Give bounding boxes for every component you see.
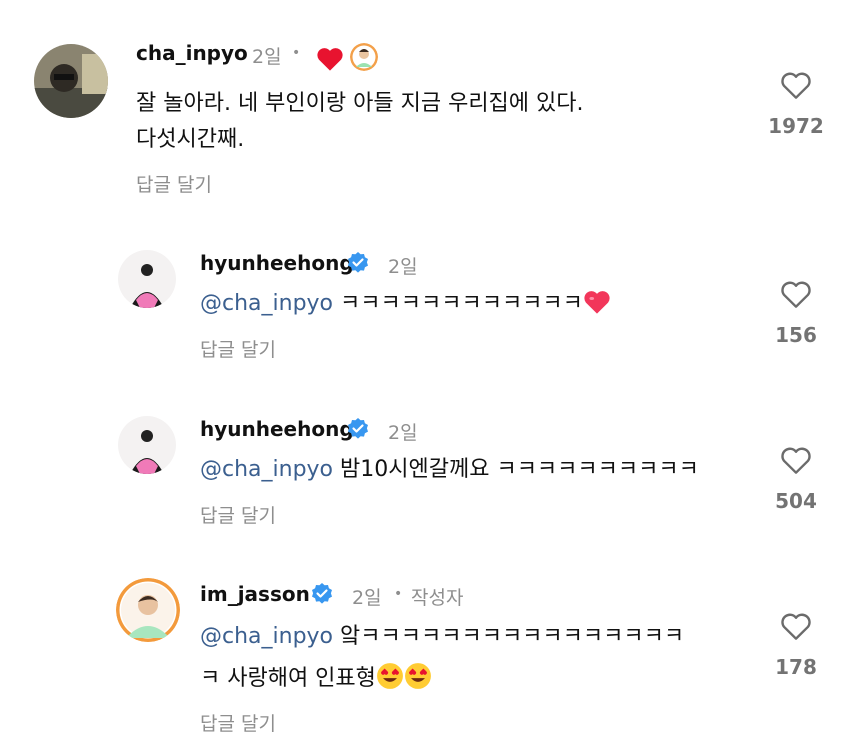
heart-outline-icon[interactable] bbox=[756, 445, 836, 475]
like-control: 504 bbox=[756, 445, 836, 513]
red-heart-icon bbox=[316, 46, 344, 76]
separator-dot-icon: • bbox=[292, 45, 301, 61]
comment-body-2: ㅋ 사랑해여 인표형 bbox=[200, 666, 376, 691]
comment-text-line-1: 잘 놀아라. 네 부인이랑 아들 지금 우리집에 있다. bbox=[136, 91, 584, 116]
timestamp: 2일 bbox=[388, 256, 418, 278]
reply-button[interactable]: 답글 달기 bbox=[200, 709, 276, 736]
comment-text-line-2: 다섯시간째. bbox=[136, 127, 245, 152]
heart-outline-icon[interactable] bbox=[756, 70, 836, 100]
comment-body: ㅋㅋㅋㅋㅋㅋㅋㅋㅋㅋㅋㅋ bbox=[333, 291, 583, 316]
reply-button[interactable]: 답글 달기 bbox=[200, 335, 276, 362]
username[interactable]: hyunheehong bbox=[200, 417, 354, 441]
like-count: 178 bbox=[775, 655, 817, 679]
like-control: 1972 bbox=[756, 70, 836, 138]
comment-text-line-1: @cha_inpyo 앜ㅋㅋㅋㅋㅋㅋㅋㅋㅋㅋㅋㅋㅋㅋㅋㅋ bbox=[200, 619, 684, 655]
like-control: 156 bbox=[756, 279, 836, 347]
comment-body: 밤10시엔갈께요 ㅋㅋㅋㅋㅋㅋㅋㅋㅋㅋ bbox=[333, 457, 699, 482]
mention-link[interactable]: @cha_inpyo bbox=[200, 457, 333, 482]
comment-text: @cha_inpyo 밤10시엔갈께요 ㅋㅋㅋㅋㅋㅋㅋㅋㅋㅋ bbox=[200, 452, 699, 488]
like-control: 178 bbox=[756, 611, 836, 679]
verified-badge-icon bbox=[310, 582, 334, 606]
avatar[interactable] bbox=[34, 44, 108, 118]
avatar[interactable] bbox=[116, 578, 180, 642]
username[interactable]: hyunheehong bbox=[200, 251, 354, 275]
like-count: 156 bbox=[775, 323, 817, 347]
avatar[interactable] bbox=[118, 416, 176, 474]
reply-button[interactable]: 답글 달기 bbox=[200, 501, 276, 528]
timestamp: 2일 bbox=[352, 587, 382, 609]
username[interactable]: cha_inpyo bbox=[136, 41, 248, 65]
timestamp: 2일 bbox=[388, 422, 418, 444]
timestamp: 2일 bbox=[252, 46, 282, 68]
verified-badge-icon bbox=[346, 251, 370, 275]
comment-body: 앜ㅋㅋㅋㅋㅋㅋㅋㅋㅋㅋㅋㅋㅋㅋㅋㅋ bbox=[333, 624, 685, 649]
comment-text-line-2: ㅋ 사랑해여 인표형 bbox=[200, 661, 432, 697]
heart-outline-icon[interactable] bbox=[756, 611, 836, 641]
heart-emoji bbox=[583, 291, 611, 316]
liked-by-author-avatar bbox=[350, 43, 378, 71]
heart-outline-icon[interactable] bbox=[756, 279, 836, 309]
reply-button[interactable]: 답글 달기 bbox=[136, 170, 212, 197]
comment-text: @cha_inpyo ㅋㅋㅋㅋㅋㅋㅋㅋㅋㅋㅋㅋ bbox=[200, 286, 611, 322]
avatar[interactable] bbox=[118, 250, 176, 308]
separator-dot-icon: • bbox=[394, 586, 403, 602]
mention-link[interactable]: @cha_inpyo bbox=[200, 624, 333, 649]
mention-link[interactable]: @cha_inpyo bbox=[200, 291, 333, 316]
author-tag: 작성자 bbox=[411, 587, 464, 609]
like-count: 504 bbox=[775, 489, 817, 513]
heart-eyes-emoji bbox=[376, 663, 432, 691]
like-count: 1972 bbox=[768, 114, 824, 138]
username[interactable]: im_jasson bbox=[200, 582, 310, 606]
verified-badge-icon bbox=[346, 417, 370, 441]
